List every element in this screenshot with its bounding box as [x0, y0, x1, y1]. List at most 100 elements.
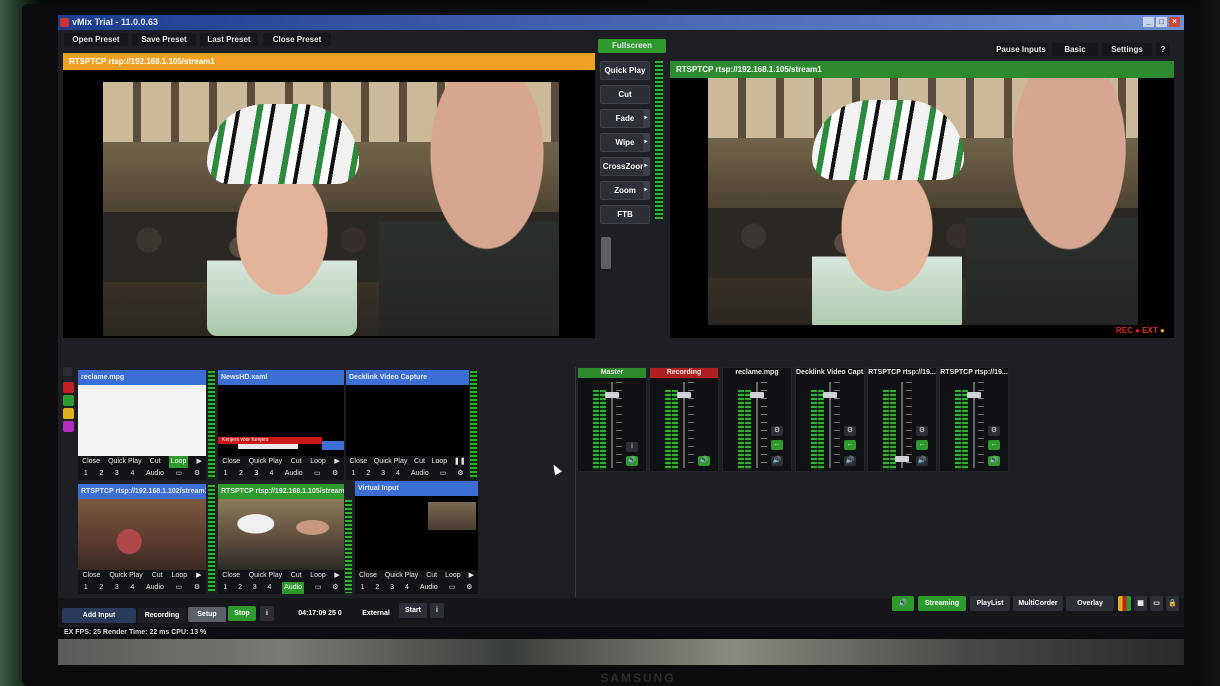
overlay-4-button[interactable]: 4: [396, 468, 400, 480]
volume-fader[interactable]: [750, 392, 764, 398]
quick-play-button[interactable]: Quick Play: [600, 61, 650, 80]
close-button[interactable]: Close: [82, 456, 100, 468]
gear-icon[interactable]: ⚙: [988, 426, 1000, 436]
arrow-left-icon[interactable]: ←: [771, 440, 783, 450]
overlay-button[interactable]: Overlay: [1066, 596, 1114, 611]
monitor-icon[interactable]: ▭: [440, 468, 447, 480]
monitor-icon[interactable]: ▭: [176, 582, 183, 594]
close-button[interactable]: Close: [222, 570, 240, 582]
overlay-2-button[interactable]: 2: [375, 582, 379, 594]
overlay-2-button[interactable]: 2: [366, 468, 370, 480]
monitor-icon[interactable]: ▭: [315, 582, 322, 594]
wipe-button[interactable]: Wipe ▸: [600, 133, 650, 152]
speaker-icon[interactable]: 🔊: [988, 456, 1000, 466]
t-bar-slider[interactable]: [601, 237, 611, 269]
external-info-button[interactable]: i: [430, 603, 444, 618]
audio-button[interactable]: Audio: [285, 468, 303, 480]
input-preview[interactable]: [78, 499, 206, 570]
pause-icon[interactable]: ❚❚: [454, 456, 466, 468]
gear-icon[interactable]: ⚙: [194, 468, 200, 480]
open-preset-button[interactable]: Open Preset: [64, 33, 128, 46]
overlay-2-button[interactable]: 2: [239, 468, 243, 480]
tag-yellow[interactable]: [63, 408, 74, 419]
gear-icon[interactable]: ⚙: [466, 582, 472, 594]
minimize-icon[interactable]: _: [1143, 17, 1154, 27]
basic-button[interactable]: Basic: [1052, 43, 1098, 56]
playlist-button[interactable]: PlayList: [970, 596, 1010, 611]
overlay-3-button[interactable]: 3: [381, 468, 385, 480]
speaker-icon[interactable]: 🔊: [771, 456, 783, 466]
monitor-icon[interactable]: ▭: [1150, 596, 1163, 611]
info-icon[interactable]: i: [626, 442, 638, 452]
gear-icon[interactable]: ⚙: [844, 426, 856, 436]
volume-fader[interactable]: [823, 392, 837, 398]
close-button[interactable]: Close: [82, 570, 100, 582]
output-monitor[interactable]: [670, 78, 1174, 338]
arrow-left-icon[interactable]: ←: [844, 440, 856, 450]
volume-fader[interactable]: [605, 392, 619, 398]
overlay-1-button[interactable]: 1: [84, 582, 88, 594]
help-button[interactable]: ?: [1156, 43, 1170, 56]
volume-fader[interactable]: [677, 392, 691, 398]
crosszoom-button[interactable]: CrossZoom ▸: [600, 157, 650, 176]
audio-button[interactable]: Audio: [420, 582, 438, 594]
quick-play-button[interactable]: Quick Play: [249, 456, 282, 468]
crosszoom-dropdown-icon[interactable]: ▸: [643, 158, 649, 175]
cut-button[interactable]: Cut: [150, 456, 161, 468]
input-preview[interactable]: [78, 385, 206, 456]
play-icon[interactable]: ▶: [469, 570, 474, 582]
save-preset-button[interactable]: Save Preset: [132, 33, 196, 46]
play-icon[interactable]: ▶: [334, 570, 339, 582]
overlay-4-button[interactable]: 4: [269, 468, 273, 480]
quick-play-button[interactable]: Quick Play: [385, 570, 418, 582]
recording-info-button[interactable]: i: [260, 606, 274, 621]
close-preset-button[interactable]: Close Preset: [263, 33, 331, 46]
settings-button[interactable]: Settings: [1102, 43, 1152, 56]
tag-green[interactable]: [63, 395, 74, 406]
overlay-3-button[interactable]: 3: [115, 582, 119, 594]
cut-button[interactable]: Cut: [426, 570, 437, 582]
speaker-icon[interactable]: 🔊: [844, 456, 856, 466]
zoom-button[interactable]: Zoom ▸: [600, 181, 650, 200]
gear-icon[interactable]: ⚙: [332, 468, 338, 480]
cut-button[interactable]: Cut: [600, 85, 650, 104]
overlay-3-button[interactable]: 3: [254, 468, 258, 480]
monitor-icon[interactable]: ▭: [314, 468, 321, 480]
gear-icon[interactable]: ⚙: [916, 426, 928, 436]
overlay-2-button[interactable]: 2: [238, 582, 242, 594]
gear-icon[interactable]: ⚙: [457, 468, 463, 480]
overlay-4-button[interactable]: 4: [130, 582, 134, 594]
multicorder-button[interactable]: MultiCorder: [1013, 596, 1063, 611]
close-button[interactable]: Close: [349, 456, 367, 468]
input-preview[interactable]: Kenjers voor Kenjers: [218, 385, 344, 456]
tag-purple[interactable]: [63, 421, 74, 432]
audio-button[interactable]: Audio: [411, 468, 429, 480]
overlay-3-button[interactable]: 3: [253, 582, 257, 594]
quick-play-button[interactable]: Quick Play: [109, 570, 142, 582]
audio-button[interactable]: Audio: [146, 468, 164, 480]
overlay-1-button[interactable]: 1: [360, 582, 364, 594]
fade-button[interactable]: Fade ▸: [600, 109, 650, 128]
preview-monitor[interactable]: [63, 70, 595, 338]
start-button[interactable]: Start: [399, 603, 427, 618]
arrow-left-icon[interactable]: ←: [916, 440, 928, 450]
overlay-1-button[interactable]: 1: [223, 582, 227, 594]
cut-button[interactable]: Cut: [414, 456, 425, 468]
gear-icon[interactable]: ⚙: [194, 582, 200, 594]
input-card-reclame[interactable]: reclame.mpg Close Quick Play Cut Loop ▶ 1234…: [78, 370, 206, 480]
overlay-4-button[interactable]: 4: [130, 468, 134, 480]
cut-button[interactable]: Cut: [291, 570, 302, 582]
close-button[interactable]: Close: [359, 570, 377, 582]
fade-dropdown-icon[interactable]: ▸: [643, 110, 649, 127]
overlay-3-button[interactable]: 3: [390, 582, 394, 594]
quick-play-button[interactable]: Quick Play: [374, 456, 407, 468]
input-card-newshd[interactable]: NewsHD.xaml Kenjers voor Kenjers Close Qu…: [218, 370, 344, 480]
quick-play-button[interactable]: Quick Play: [108, 456, 141, 468]
speaker-icon[interactable]: 🔊: [892, 596, 914, 611]
ftb-button[interactable]: FTB: [600, 205, 650, 224]
loop-button[interactable]: Loop: [310, 570, 326, 582]
volume-fader[interactable]: [895, 456, 909, 462]
input-card-decklink[interactable]: Decklink Video Capture Close Quick Play Cu…: [346, 370, 469, 480]
loop-button[interactable]: Loop: [168, 456, 189, 468]
loop-button[interactable]: Loop: [432, 456, 448, 468]
